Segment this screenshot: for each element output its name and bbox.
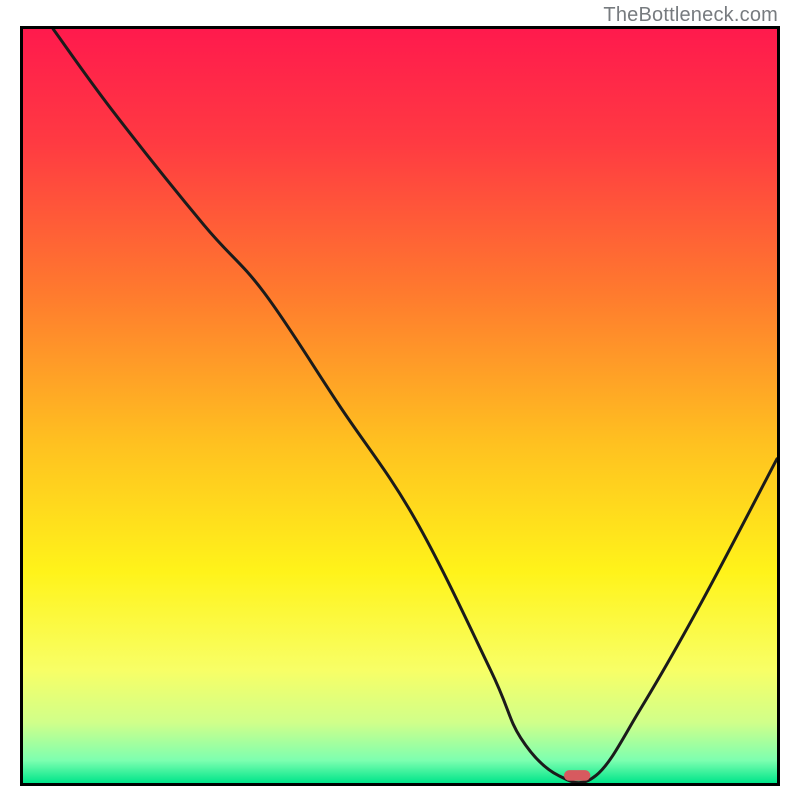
chart-plot <box>23 29 777 783</box>
watermark-text: TheBottleneck.com <box>603 4 778 27</box>
optimal-marker <box>564 770 590 781</box>
chart-frame <box>20 26 780 786</box>
